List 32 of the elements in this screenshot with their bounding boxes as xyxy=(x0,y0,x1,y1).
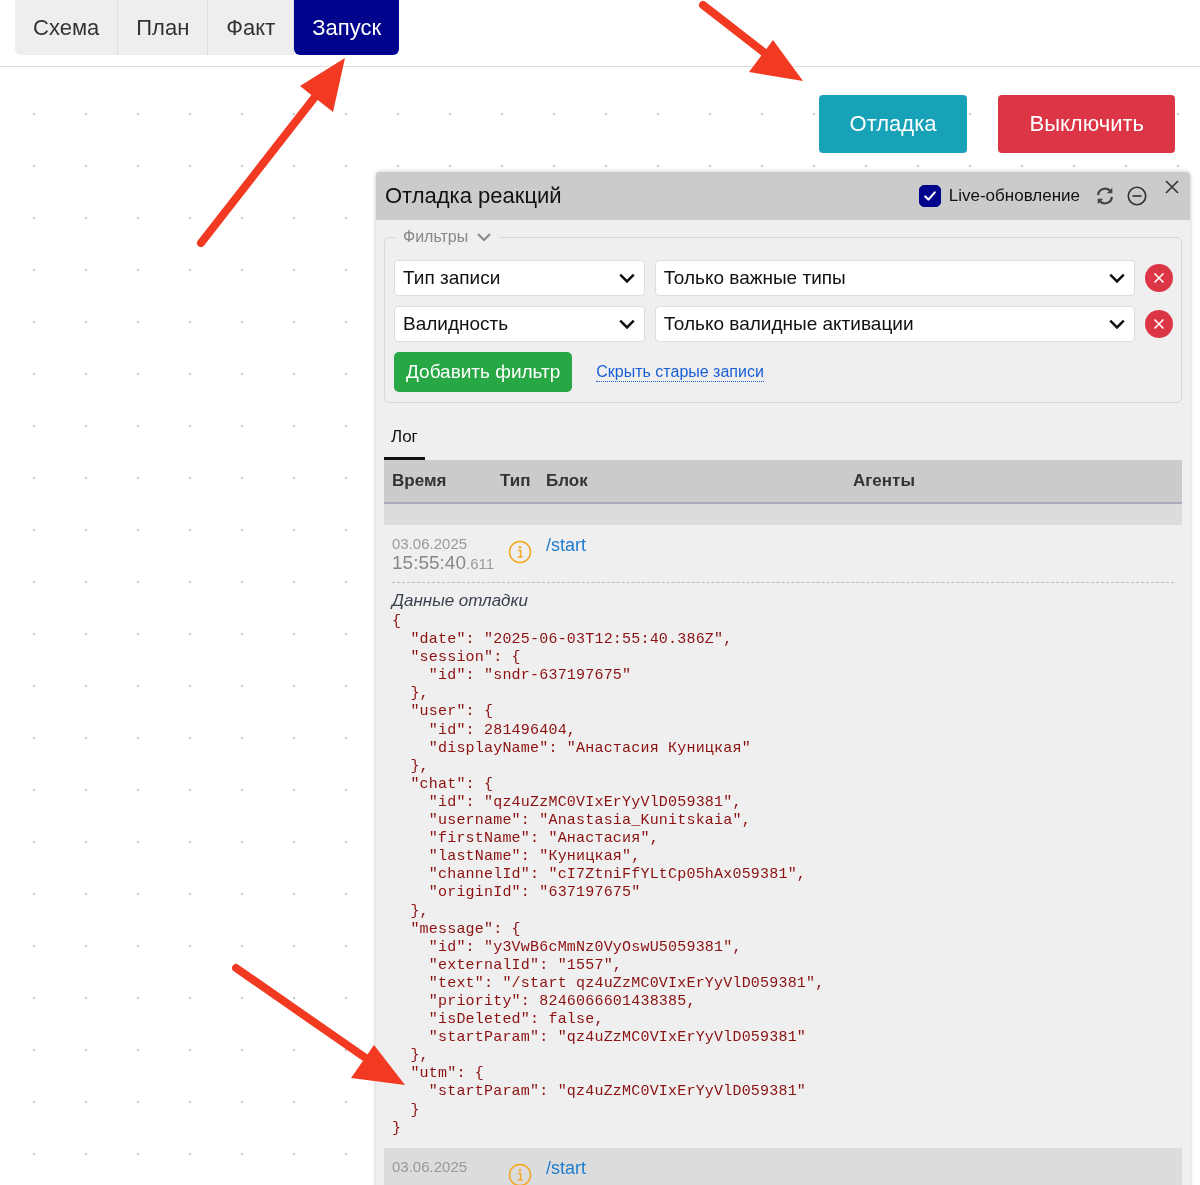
view-tab[interactable]: План xyxy=(118,0,209,55)
view-tab[interactable]: Факт xyxy=(208,0,295,55)
panel-title: Отладка реакций xyxy=(385,183,562,209)
column-header: Тип xyxy=(500,471,532,491)
live-update-label: Live-обновление xyxy=(948,186,1080,206)
column-header: Агенты xyxy=(853,471,916,491)
column-header: Время xyxy=(392,471,448,491)
info-icon xyxy=(508,1162,532,1185)
refresh-icon[interactable] xyxy=(1094,185,1116,207)
action-button[interactable]: Выключить xyxy=(998,95,1175,153)
view-tab[interactable]: Запуск xyxy=(294,0,400,55)
remove-filter-icon[interactable] xyxy=(1145,264,1173,292)
log-date: 03.06.2025 xyxy=(392,535,469,552)
filter-value-select[interactable]: Только важные типы xyxy=(654,260,1136,296)
view-tab[interactable]: Схема xyxy=(15,0,119,55)
info-icon xyxy=(508,540,532,564)
close-icon[interactable] xyxy=(1164,179,1180,195)
filter-field-select[interactable]: Валидность xyxy=(394,306,645,342)
debug-data-label: Данные отладки xyxy=(392,591,529,611)
hide-old-records-link[interactable]: Скрыть старые записи xyxy=(596,362,764,382)
live-update-checkbox[interactable] xyxy=(918,185,941,207)
check-icon xyxy=(921,188,938,204)
log-milliseconds: .611 xyxy=(465,555,495,572)
debug-json-code: { "date": "2025-06-03T12:55:40.386Z", "session": { "id": "sndr-637197675" }, "user": { "id": 281496404, "displayName": "Анастасия Куницкая" }, "chat": { "id": "qz4uZzMC0VIxErYyVlD059381", "username": "Anastasia_Kunitskaia", "firstName": "Анастасия", "lastName": "Куницкая", "channelId": "cI7ZtniFfYLtCp05hAx059381", "originId": "637197675" }, "message": { "id": "y3VwB6cMmNz0VyOswU5059381", "externalId": "1557", "text": "/start qz4uZzMC0VIxErYyVlD059381", "priority": 8246066601438385, "isDeleted": false, "startParam": "qz4uZzMC0VIxErYyVlD059381" }, "utm": { "startParam": "qz4uZzMC0VIxErYyVlD059381" } } xyxy=(392,613,826,1138)
filter-value-select[interactable]: Только валидные активации xyxy=(654,306,1136,342)
filter-field-select[interactable]: Тип записи xyxy=(394,260,645,296)
log-date: 03.06.2025 xyxy=(392,1157,469,1175)
block-link[interactable]: /start xyxy=(546,535,586,582)
remove-filter-icon[interactable] xyxy=(1145,310,1173,338)
column-header: Блок xyxy=(546,471,589,491)
log-time: 15:55:40 xyxy=(392,552,466,574)
minimize-icon[interactable] xyxy=(1126,185,1148,207)
